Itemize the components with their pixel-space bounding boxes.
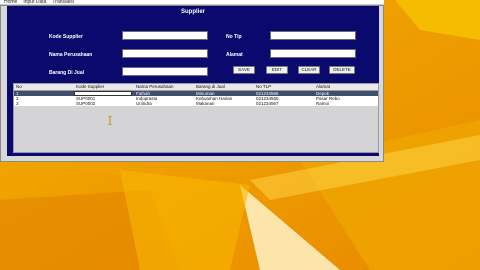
- clear-button[interactable]: CLEAR: [298, 66, 320, 74]
- edit-button[interactable]: EDIT: [266, 66, 288, 74]
- column-header-no-tlp[interactable]: No TLP: [256, 84, 271, 89]
- table-cell: Makanan: [196, 101, 215, 106]
- nama-perusahaan-label: Nama Perusahaan: [49, 52, 93, 58]
- column-header-nama-perusahaan[interactable]: Nama Perusahaan: [136, 84, 174, 89]
- column-header-no[interactable]: No: [16, 84, 22, 89]
- barang-di-jual-input[interactable]: [122, 67, 208, 76]
- menu-item-home[interactable]: Home: [4, 0, 17, 5]
- nama-perusahaan-input[interactable]: [122, 49, 208, 58]
- table-cell: 021234567: [256, 101, 279, 106]
- delete-button[interactable]: DELETE: [329, 66, 355, 74]
- alamat-input[interactable]: [270, 49, 356, 58]
- menu-item-input-data[interactable]: Input Data: [23, 0, 46, 5]
- menu-item-transaksi[interactable]: Transaksi: [52, 0, 74, 5]
- kode-supplier-label: Kode Supplier: [49, 34, 83, 40]
- application-window: Supplier Kode Supplier Nama Perusahaan B…: [0, 5, 384, 162]
- column-header-barang-di-jual[interactable]: Barang di Jual: [196, 84, 225, 89]
- table-cell: SUP0002: [76, 101, 96, 106]
- supplier-form-panel: Supplier Kode Supplier Nama Perusahaan B…: [7, 6, 379, 156]
- no-tlp-label: No Tlp: [226, 34, 242, 40]
- alamat-label: Alamat: [226, 52, 243, 58]
- table-row[interactable]: 3 SUP0002 Unindra Makanan 021234567 Ramo…: [14, 101, 378, 106]
- kode-supplier-input[interactable]: [122, 31, 208, 40]
- form-title: Supplier: [180, 9, 205, 15]
- table-header: No Kode Supplier Nama Perusahaan Barang …: [14, 84, 378, 91]
- table-cell: 3: [16, 101, 19, 106]
- no-tlp-input[interactable]: [270, 31, 356, 40]
- supplier-table[interactable]: No Kode Supplier Nama Perusahaan Barang …: [13, 83, 379, 153]
- text-cursor-icon: [108, 116, 112, 125]
- barang-di-jual-label: Barang Di Jual: [49, 70, 85, 76]
- column-header-alamat[interactable]: Alamat: [316, 84, 330, 89]
- table-cell: Ramoi: [316, 101, 330, 106]
- save-button[interactable]: SAVE: [233, 66, 255, 74]
- table-cell: Unindra: [136, 101, 152, 106]
- column-header-kode-supplier[interactable]: Kode Supplier: [76, 84, 104, 89]
